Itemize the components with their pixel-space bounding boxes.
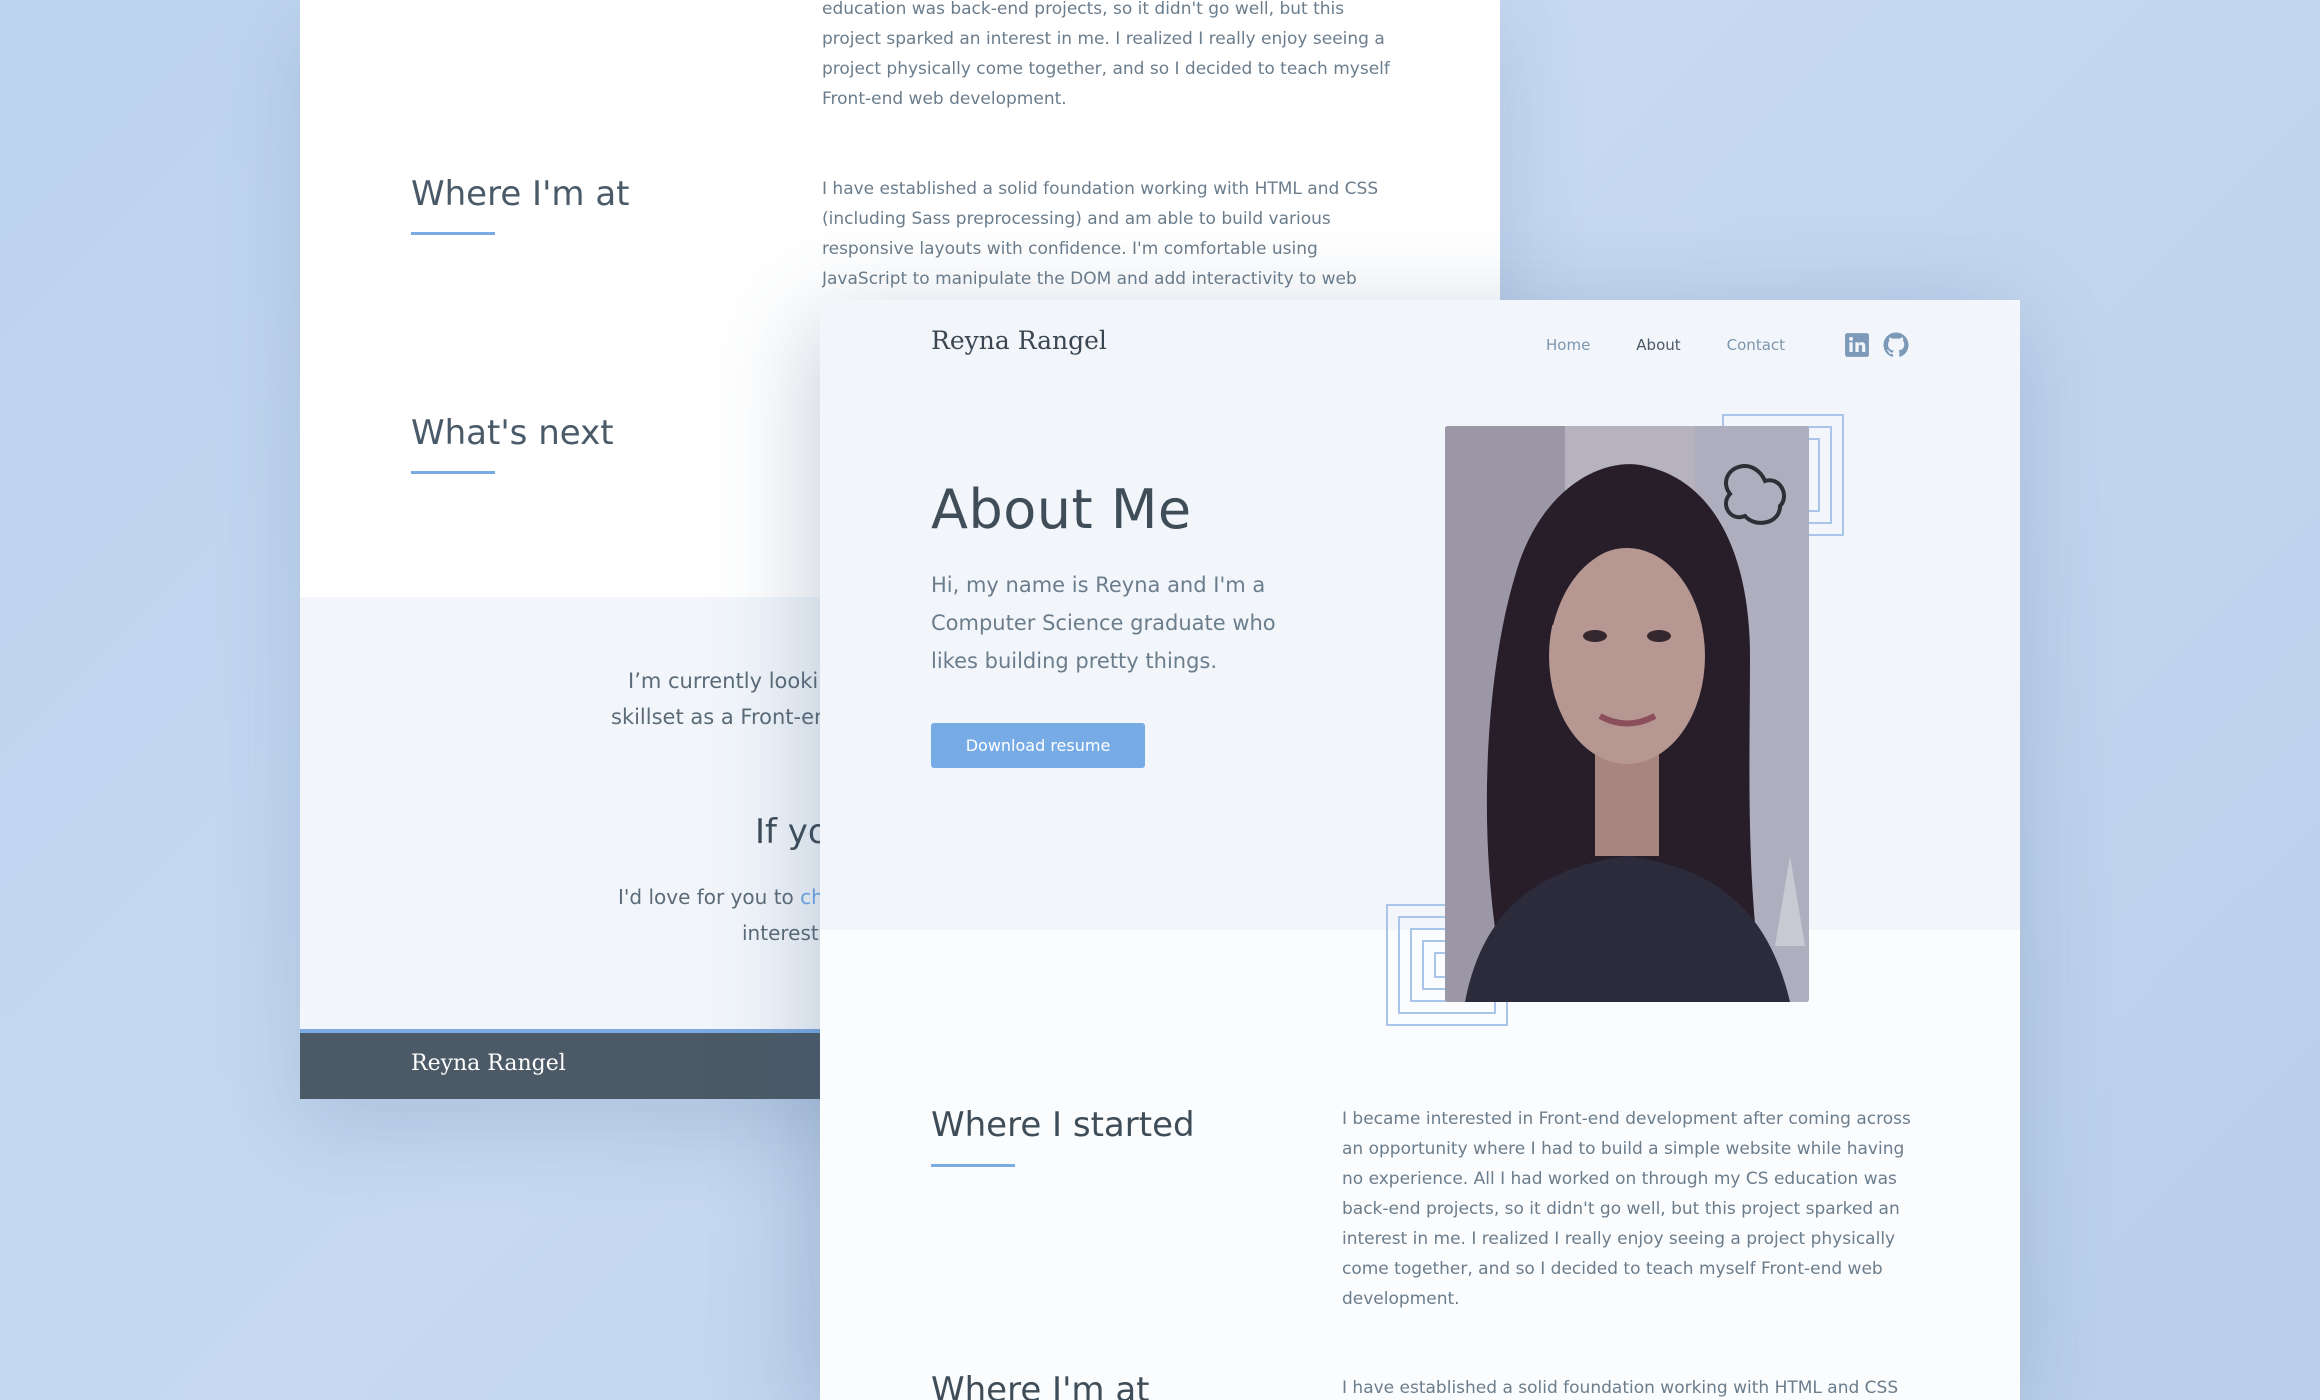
where-started-paragraph: I became interested in Front-end develop…	[1342, 1109, 1911, 1309]
nav-home[interactable]: Home	[1546, 336, 1590, 354]
heading-underline	[411, 232, 495, 235]
about-page: Reyna Rangel Home About Contact About Me…	[820, 300, 2020, 1400]
where-at-paragraph: I have established a solid foundation wo…	[822, 179, 1379, 289]
main-nav: Home About Contact	[1546, 336, 1785, 354]
profile-photo	[1445, 426, 1809, 1002]
nav-about[interactable]: About	[1636, 336, 1680, 354]
where-at-paragraph: I have established a solid foundation wo…	[1342, 1378, 1899, 1398]
band-heading: If yo	[755, 812, 829, 852]
whats-next-heading: What's next	[411, 413, 614, 453]
intro-text: Hi, my name is Reyna and I'm a Computer …	[931, 573, 1276, 673]
where-at-heading: Where I'm at	[931, 1370, 1150, 1400]
started-paragraph-tail: education was back-end projects, so it d…	[822, 0, 1390, 109]
band-cta-line-1: I'd love for you to ch	[618, 885, 824, 909]
page-title: About Me	[931, 478, 1192, 541]
heading-underline	[411, 471, 495, 474]
band-line-2: skillset as a Front-en	[611, 705, 828, 729]
heading-underline	[931, 1164, 1015, 1167]
footer-logo[interactable]: Reyna Rangel	[411, 1051, 566, 1076]
band-cta-prefix: I'd love for you to	[618, 885, 801, 909]
band-cta-line-2: interest	[742, 921, 819, 945]
download-resume-button[interactable]: Download resume	[931, 723, 1145, 768]
nav-contact[interactable]: Contact	[1727, 336, 1785, 354]
github-icon[interactable]	[1883, 332, 1909, 358]
band-line-1: I’m currently lookin	[628, 669, 832, 693]
where-at-heading: Where I'm at	[411, 174, 630, 214]
linkedin-icon[interactable]	[1844, 332, 1870, 358]
site-logo[interactable]: Reyna Rangel	[931, 326, 1107, 355]
where-started-heading: Where I started	[931, 1105, 1195, 1145]
